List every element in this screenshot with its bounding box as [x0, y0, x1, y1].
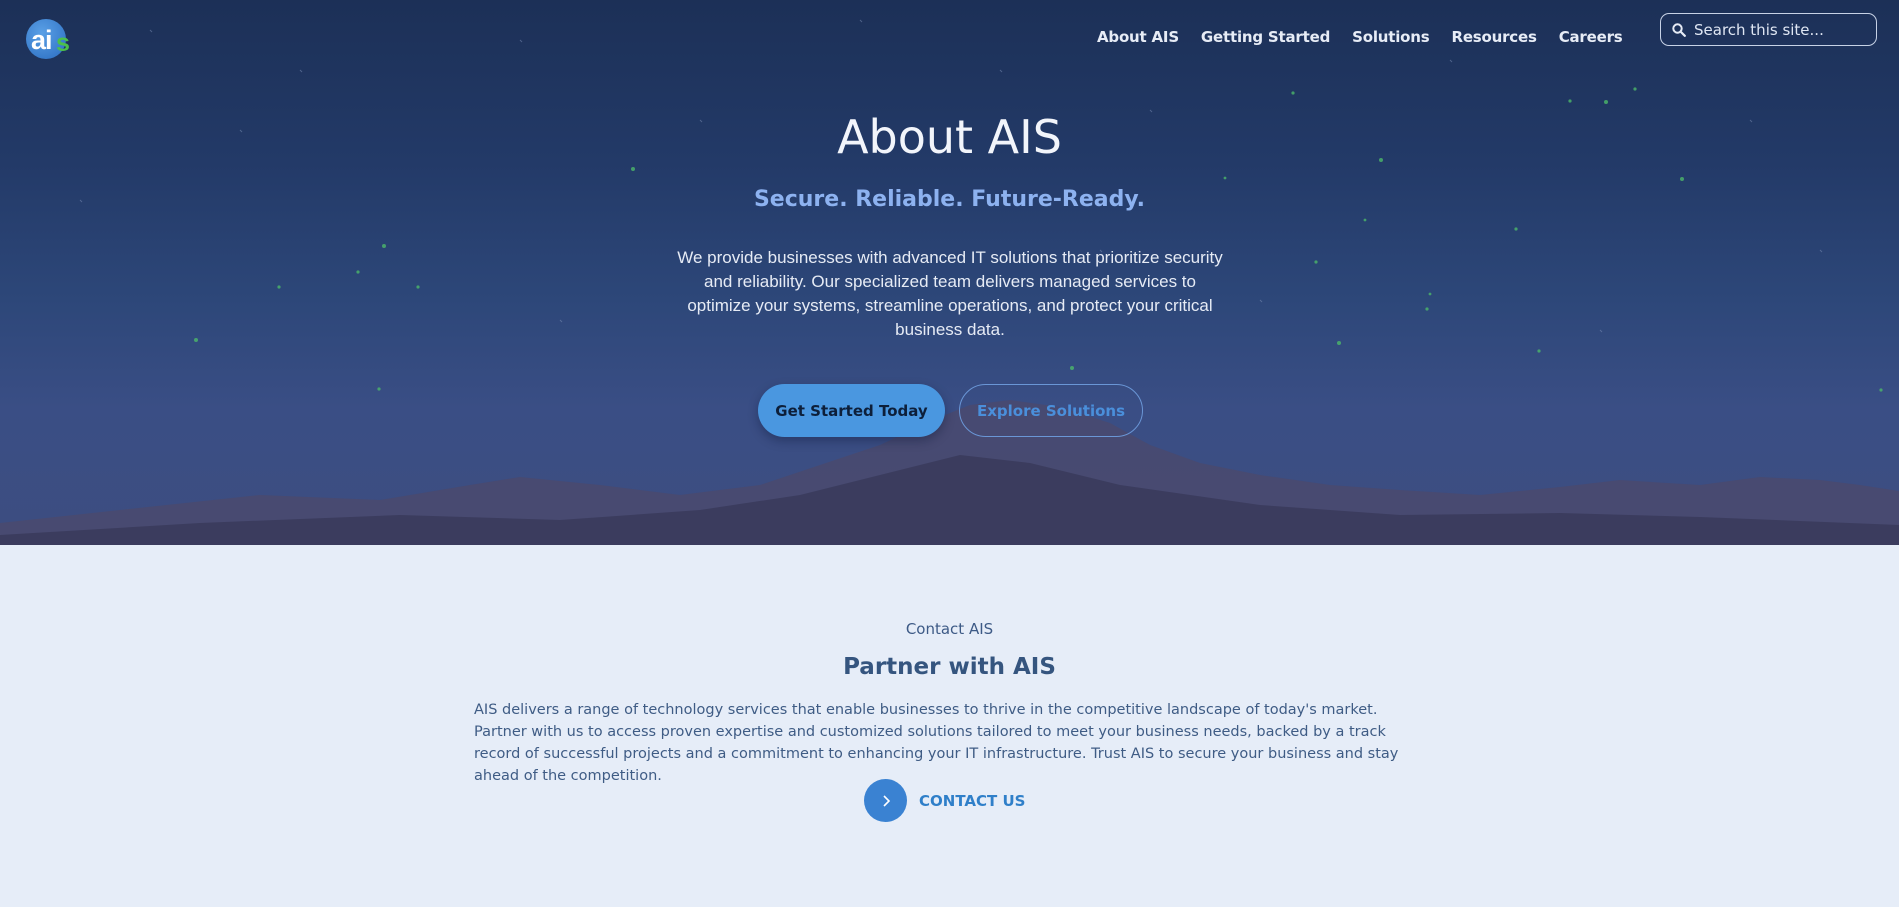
- nav-item-getting-started[interactable]: Getting Started: [1201, 28, 1330, 46]
- nav-item-solutions[interactable]: Solutions: [1352, 28, 1430, 46]
- section-title: Partner with AIS: [843, 654, 1056, 680]
- hero-section: ai s About AIS Getting Started Solutions…: [0, 0, 1899, 545]
- hero-description: We provide businesses with advanced IT s…: [677, 248, 1223, 339]
- section-eyebrow: Contact AIS: [905, 620, 994, 638]
- section-description: AIS delivers a range of technology servi…: [474, 702, 1399, 784]
- explore-solutions-button[interactable]: Explore Solutions: [959, 384, 1143, 437]
- hero-tagline: Secure. Reliable. Future-Ready.: [753, 187, 1146, 212]
- search-input[interactable]: [1692, 19, 1876, 40]
- nav-item-resources[interactable]: Resources: [1451, 28, 1536, 46]
- chevron-right-icon: [882, 794, 890, 807]
- search-box[interactable]: [1660, 13, 1877, 46]
- mountain-silhouette: [0, 400, 1899, 545]
- logo-text: ai: [31, 25, 53, 55]
- get-started-button[interactable]: Get Started Today: [758, 384, 945, 437]
- search-icon: [1672, 22, 1686, 37]
- contact-us-link[interactable]: CONTACT US: [864, 779, 1025, 822]
- arrow-circle-button[interactable]: [864, 779, 907, 822]
- nav-item-about-ais[interactable]: About AIS: [1097, 28, 1179, 46]
- logo-accent-text: s: [56, 29, 70, 57]
- contact-us-label[interactable]: CONTACT US: [919, 792, 1025, 810]
- page-title: About AIS: [837, 110, 1062, 164]
- nav-item-careers[interactable]: Careers: [1559, 28, 1623, 46]
- contact-section: Contact AIS Partner with AIS AIS deliver…: [0, 545, 1899, 907]
- main-nav: About AIS Getting Started Solutions Reso…: [1097, 28, 1623, 46]
